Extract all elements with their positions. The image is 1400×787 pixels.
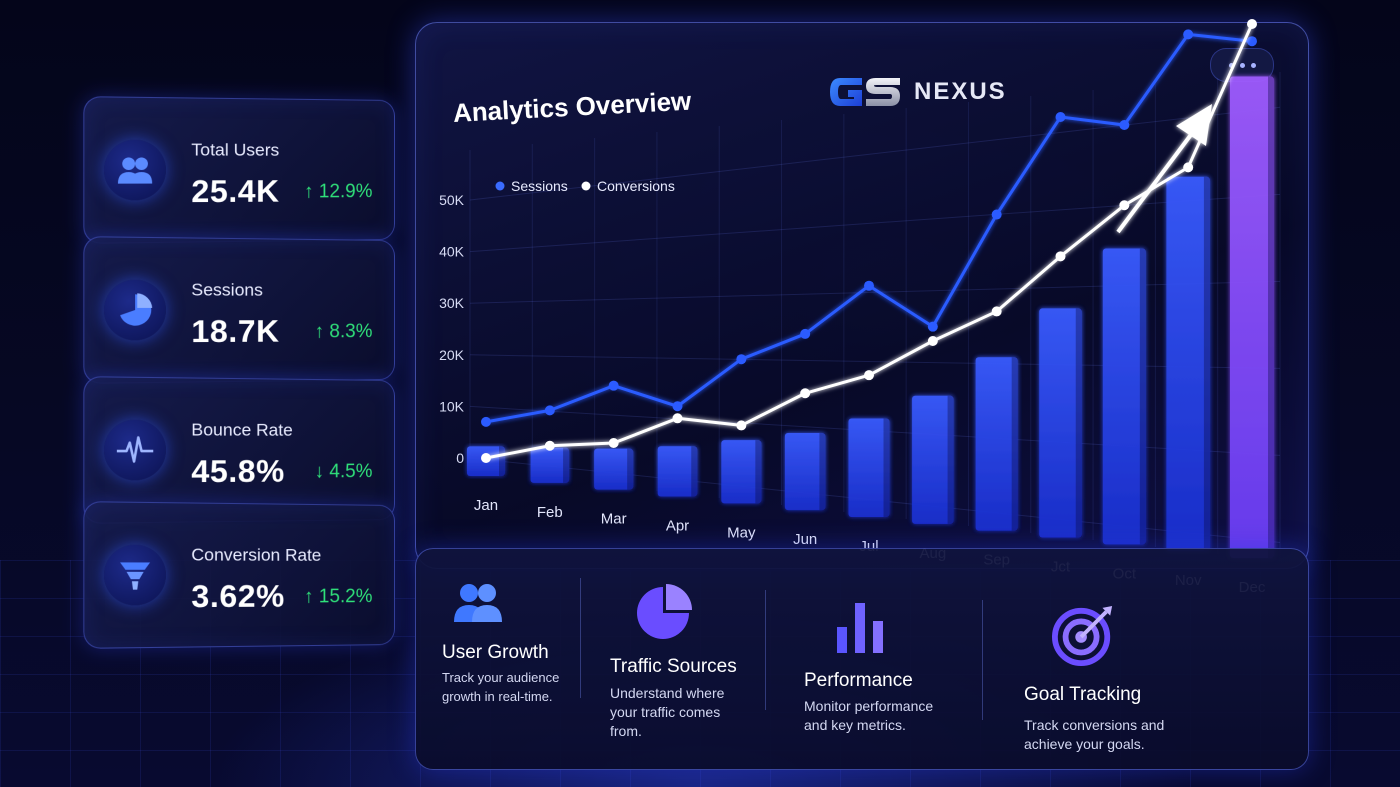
y-tick-label: 10K [439, 398, 465, 414]
series-point [736, 354, 747, 365]
series-point [800, 388, 811, 399]
feature-title: Goal Tracking [1024, 684, 1142, 705]
series-point [800, 328, 811, 339]
bar-side [1203, 176, 1210, 552]
bar-side [691, 446, 698, 497]
y-tick-label: 50K [439, 192, 465, 208]
series-point [1119, 200, 1130, 211]
bar [975, 357, 1018, 531]
bar [1102, 248, 1146, 545]
series-point [1183, 162, 1194, 173]
feature-description: Track conversions and achieve your goals… [1024, 717, 1165, 752]
series-point [1055, 112, 1066, 123]
bar [1039, 308, 1082, 538]
bar-side [1011, 357, 1018, 531]
series-point [1055, 251, 1066, 262]
series-point [1183, 29, 1194, 40]
y-tick-label: 0 [456, 450, 464, 466]
bar-chart-icon [828, 594, 892, 658]
bar-side [947, 395, 954, 524]
users-icon [446, 570, 510, 634]
legend-label: Sessions [511, 178, 568, 194]
series-point [927, 336, 938, 346]
series-point [672, 401, 683, 412]
legend-marker [495, 181, 505, 191]
bar-side [499, 446, 505, 476]
feature-title: Traffic Sources [610, 656, 737, 677]
series-point [1247, 36, 1257, 47]
grid-line [469, 280, 1281, 304]
series-point [736, 420, 747, 431]
bar-side [563, 447, 570, 483]
feature-title: User Growth [442, 642, 549, 663]
x-tick-label: Jun [793, 531, 817, 548]
legend-marker [581, 181, 591, 191]
bar-side [1268, 76, 1274, 558]
dashboard-stage: Total Users 25.4K ↑ 12.9% Sessions 18.7K… [0, 0, 1400, 787]
series-point [608, 380, 619, 391]
legend-label: Conversions [597, 178, 675, 194]
bar [784, 433, 826, 511]
grid-line [469, 354, 1281, 369]
series-point [991, 209, 1002, 220]
series-point [864, 280, 874, 291]
feature-description: Monitor performance and key metrics. [804, 698, 934, 733]
bar-side [755, 440, 762, 504]
feature-description: Understand where your traffic comes from… [610, 685, 725, 739]
x-tick-label: May [727, 524, 756, 541]
bar-side [1075, 308, 1082, 538]
bar-side [627, 448, 634, 490]
bar [1166, 176, 1210, 552]
series-point [864, 370, 874, 381]
bar-side [883, 418, 890, 517]
x-tick-label: Apr [666, 518, 689, 535]
series-point [608, 438, 619, 448]
feature-divider [982, 600, 983, 720]
feature-description: Track your audience growth in real-time. [442, 670, 560, 704]
x-tick-label: Mar [601, 511, 627, 528]
x-tick-label: Jan [474, 497, 498, 514]
feature-title: Performance [804, 670, 913, 691]
target-icon [1052, 604, 1116, 668]
series-point [544, 440, 555, 451]
bar-side [819, 433, 826, 511]
y-tick-label: 30K [439, 295, 465, 311]
series-point [481, 453, 491, 463]
bar [848, 418, 890, 517]
series-point [927, 321, 938, 332]
feature-divider [765, 590, 766, 710]
pie-chart-icon [632, 580, 696, 644]
bar [912, 395, 954, 524]
bar-side [1139, 248, 1146, 545]
grid-line [469, 193, 1281, 253]
feature-divider [580, 578, 581, 698]
series-point [1247, 19, 1257, 29]
series-point [1119, 120, 1130, 130]
series-point [481, 416, 491, 427]
y-tick-label: 20K [439, 347, 465, 363]
series-point [991, 306, 1002, 317]
y-tick-label: 40K [439, 244, 465, 260]
trend-arrow-head [1176, 104, 1212, 146]
bar [1230, 76, 1274, 558]
series-point [544, 405, 555, 416]
series-point [672, 413, 683, 424]
x-tick-label: Feb [537, 504, 563, 521]
